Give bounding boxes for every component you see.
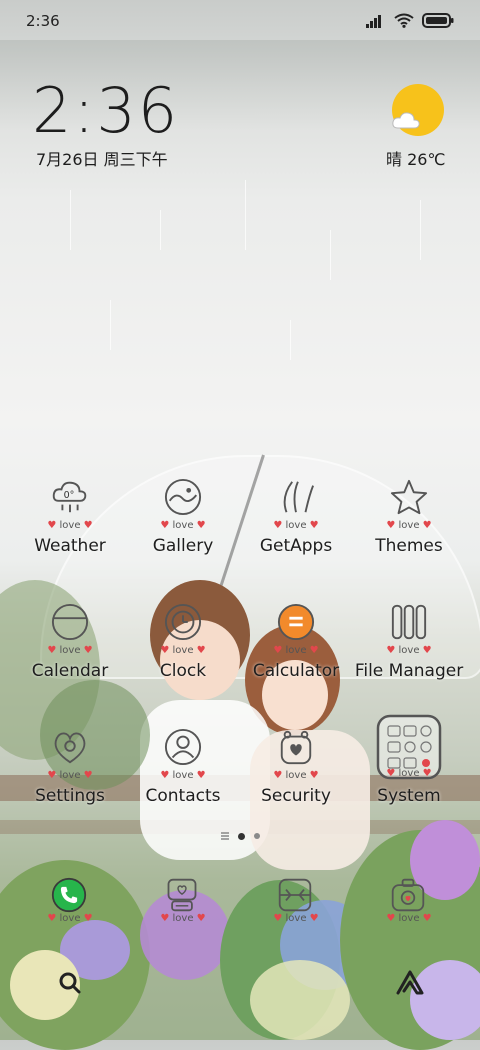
love-label: ♥ love ♥ [273, 913, 319, 924]
love-label: ♥ love ♥ [160, 645, 206, 656]
love-label: ♥ love ♥ [386, 913, 432, 924]
app-getapps[interactable]: ♥ love ♥ GetApps [236, 478, 356, 588]
love-label: ♥ love ♥ [386, 520, 432, 531]
love-label: ♥ love ♥ [47, 645, 93, 656]
camera-icon [391, 878, 425, 912]
love-label: ♥ love ♥ [47, 770, 93, 781]
signal-icon [366, 14, 381, 28]
clock-icon [164, 603, 202, 641]
love-label: ♥ love ♥ [160, 913, 206, 924]
weather-icon: 0° [52, 481, 87, 513]
assistant-button[interactable] [390, 963, 430, 1003]
contacts-icon [164, 728, 202, 766]
cloud-icon [392, 112, 420, 129]
love-label: ♥ love ♥ [273, 645, 319, 656]
app-calculator[interactable]: ♥ love ♥ Calculator [236, 603, 356, 713]
status-time: 2:36 [26, 12, 60, 30]
love-label: ♥ love ♥ [160, 770, 206, 781]
app-folder-system[interactable]: ♥ love ♥ System [349, 714, 469, 824]
love-label: ♥ love ♥ [386, 768, 432, 779]
app-gallery[interactable]: ♥ love ♥ Gallery [123, 478, 243, 588]
battery-icon [422, 13, 454, 28]
browser-icon [278, 878, 312, 912]
app-weather[interactable]: 0° ♥ love ♥ Weather [10, 478, 130, 588]
clock-widget-date: 7月26日 周三下午 [36, 150, 168, 169]
weather-widget-text: 晴 26℃ [386, 150, 446, 169]
app-contacts[interactable]: ♥ love ♥ Contacts [123, 728, 243, 838]
app-security[interactable]: ♥ love ♥ Security [236, 728, 356, 838]
gallery-icon [164, 478, 202, 516]
dock-browser[interactable]: ♥ love ♥ [236, 877, 356, 937]
assistant-icon [396, 970, 424, 995]
phone-icon [51, 877, 87, 913]
file-manager-icon [391, 604, 427, 640]
menu-lines-icon [220, 832, 229, 840]
app-settings[interactable]: ♥ love ♥ Settings [10, 728, 130, 838]
app-file-manager[interactable]: ♥ love ♥ File Manager [349, 603, 469, 713]
svg-text:0°: 0° [64, 490, 75, 501]
page-dot-active [237, 832, 245, 840]
calculator-icon [277, 603, 315, 641]
love-label: ♥ love ♥ [160, 520, 206, 531]
dock-messages[interactable]: ♥ love ♥ [123, 877, 243, 937]
messages-icon [167, 878, 197, 912]
love-label: ♥ love ♥ [47, 913, 93, 924]
app-label: Themes [375, 536, 443, 556]
app-themes[interactable]: ♥ love ♥ Themes [349, 478, 469, 588]
app-calendar[interactable]: ♥ love ♥ Calendar [10, 603, 130, 713]
app-clock[interactable]: ♥ love ♥ Clock [123, 603, 243, 713]
page-dot [253, 833, 260, 839]
app-label: System [377, 786, 441, 806]
calendar-icon [51, 603, 89, 641]
settings-icon [54, 732, 86, 764]
love-label: ♥ love ♥ [386, 645, 432, 656]
search-icon [59, 972, 81, 994]
search-button[interactable] [50, 963, 90, 1003]
status-bar: 2:36 [0, 0, 480, 44]
themes-icon [390, 479, 428, 515]
page-indicator[interactable] [200, 830, 280, 842]
dock-camera[interactable]: ♥ love ♥ [349, 877, 469, 937]
love-label: ♥ love ♥ [47, 520, 93, 531]
dock-phone[interactable]: ♥ love ♥ [10, 877, 130, 937]
love-label: ♥ love ♥ [273, 770, 319, 781]
app-label: File Manager [354, 661, 464, 681]
getapps-icon [283, 481, 314, 513]
wifi-icon [394, 13, 414, 28]
love-label: ♥ love ♥ [273, 520, 319, 531]
clock-widget-time: 2:36 [32, 74, 180, 147]
security-icon [280, 730, 312, 765]
